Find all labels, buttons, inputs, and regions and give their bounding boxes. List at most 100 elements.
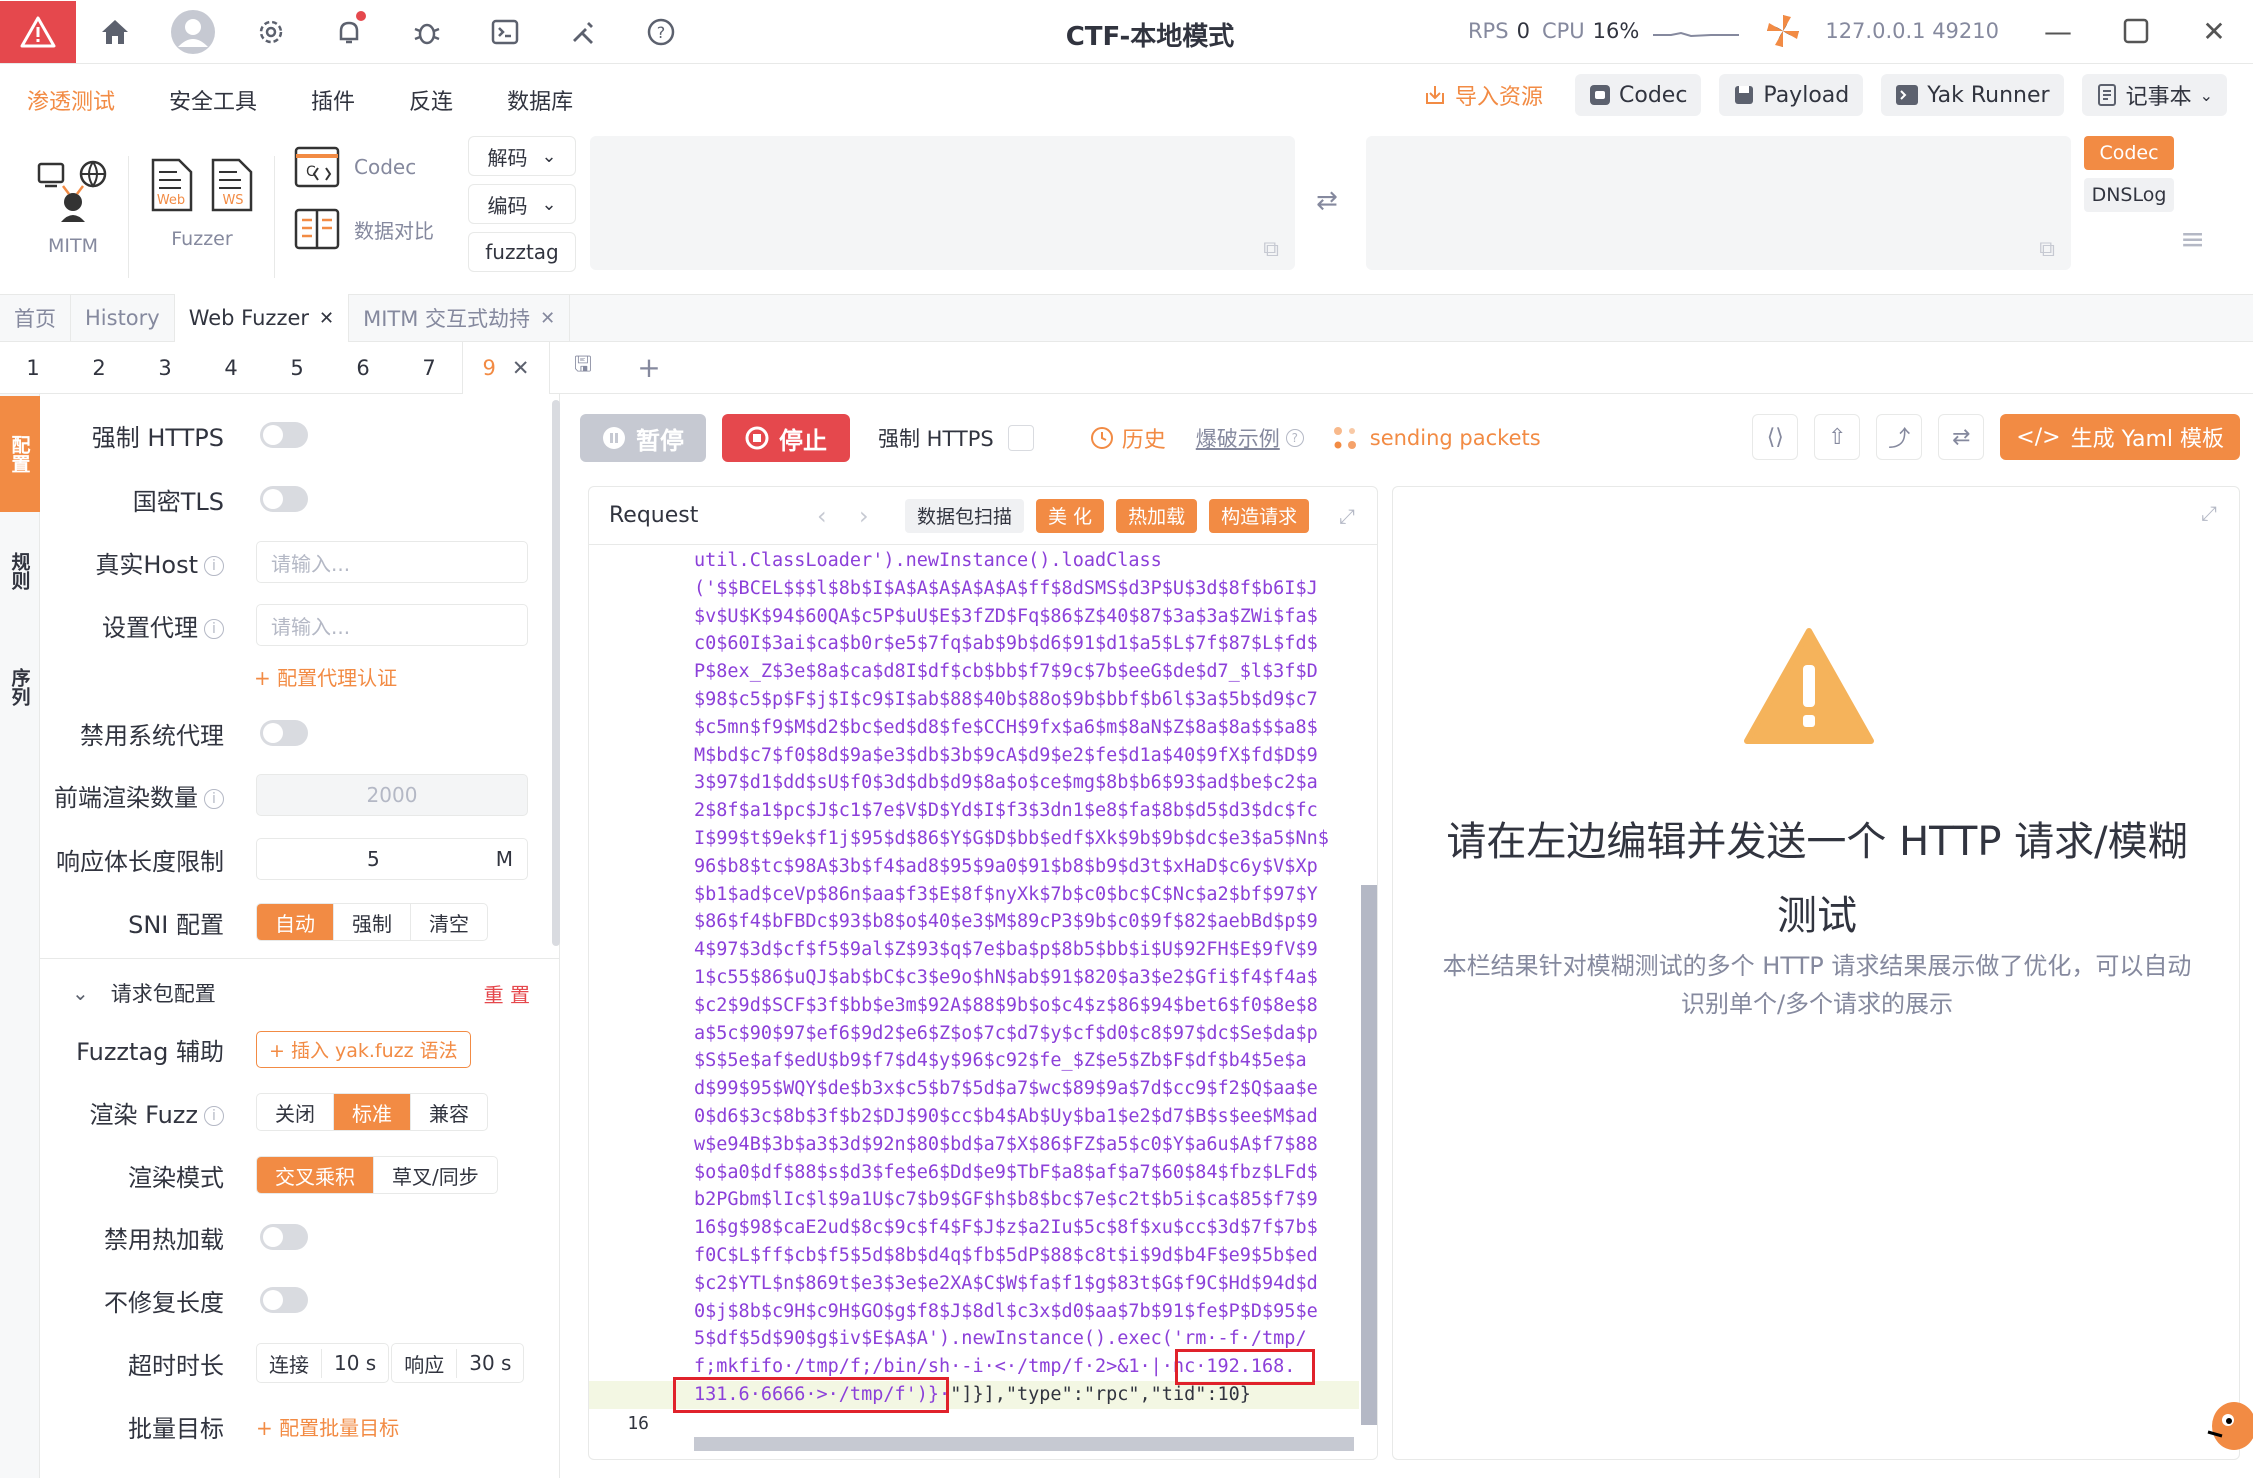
force-https-checkbox[interactable] <box>1007 425 1034 451</box>
close-icon[interactable]: ✕ <box>512 356 530 380</box>
subtab-1[interactable]: 1 <box>0 342 66 394</box>
codec-tool[interactable]: C Codec <box>294 146 416 188</box>
gen-yaml-button[interactable]: </> 生成 Yaml 模板 <box>2000 414 2240 460</box>
hotload-button[interactable]: 热加载 <box>1116 498 1198 533</box>
subtab-9[interactable]: 9 ✕ <box>462 341 550 394</box>
menu-reverse[interactable]: 反连 <box>409 84 453 116</box>
render-mode-sync[interactable]: 草叉/同步 <box>374 1157 497 1193</box>
subtab-3[interactable]: 3 <box>132 342 198 394</box>
tab-web-fuzzer[interactable]: Web Fuzzer ✕ <box>174 294 350 342</box>
maximize-button[interactable] <box>2097 0 2175 62</box>
beautify-button[interactable]: 美 化 <box>1036 498 1105 533</box>
response-timeout[interactable]: 响应 30 s <box>391 1343 525 1383</box>
gm-tls-toggle[interactable] <box>260 486 308 512</box>
import-resource-button[interactable]: 导入资源 <box>1409 74 1557 116</box>
add-tab-icon[interactable]: + <box>616 342 682 394</box>
subtab-4[interactable]: 4 <box>198 342 264 394</box>
codec-tag[interactable]: Codec <box>2084 136 2174 170</box>
mitm-tool[interactable]: MITM <box>30 158 116 257</box>
info-icon[interactable]: i <box>204 555 224 576</box>
batch-config-link[interactable]: + 配置批量目标 <box>256 1412 399 1441</box>
request-editor[interactable]: util.ClassLoader').newInstance().loadCla… <box>589 545 1359 1459</box>
ws-fuzzer-icon[interactable]: WS <box>209 158 255 212</box>
menu-pentest[interactable]: 渗透测试 <box>27 84 115 116</box>
pause-button[interactable]: 暂停 <box>580 414 706 462</box>
copy-icon[interactable]: ⧉ <box>1263 237 1279 262</box>
req-config-header[interactable]: ⌄ 请求包配置 重 置 <box>40 968 559 1018</box>
close-icon[interactable]: ✕ <box>319 308 334 329</box>
sni-auto[interactable]: 自动 <box>257 904 334 940</box>
sni-clear[interactable]: 清空 <box>411 904 487 940</box>
expand-icon[interactable]: ⤢ <box>2201 501 2217 525</box>
connect-timeout[interactable]: 连接 10 s <box>256 1343 390 1383</box>
notebook-button[interactable]: 记事本 ⌄ <box>2081 74 2227 116</box>
info-icon[interactable]: i <box>204 618 224 639</box>
web-fuzzer-icon[interactable]: Web <box>149 158 195 212</box>
menu-plugins[interactable]: 插件 <box>311 84 355 116</box>
insert-fuzz-button[interactable]: + 插入 yak.fuzz 语法 <box>256 1030 471 1068</box>
sort-icon[interactable]: ≡ <box>2180 222 2205 257</box>
subtab-2[interactable]: 2 <box>66 342 132 394</box>
info-icon[interactable]: i <box>204 1105 224 1126</box>
rail-config[interactable]: 配置 <box>0 396 40 512</box>
force-https-toggle[interactable] <box>260 422 308 448</box>
rail-sequence[interactable]: 序列 <box>0 642 40 732</box>
tab-home[interactable]: 首页 <box>0 294 71 342</box>
share-icon[interactable]: ⟨⟩ <box>1752 414 1799 460</box>
history-button[interactable]: 历史 <box>1090 422 1166 454</box>
stop-button[interactable]: 停止 <box>722 414 850 462</box>
render-mode-cross[interactable]: 交叉乘积 <box>257 1157 374 1193</box>
app-logo[interactable] <box>0 0 76 63</box>
export-icon[interactable]: ⤴ <box>1876 414 1923 460</box>
upload-icon[interactable]: ⇧ <box>1814 414 1861 460</box>
bug-icon[interactable] <box>388 1 466 63</box>
compare-tool[interactable]: 数据对比 <box>294 208 434 250</box>
fuzztag-button[interactable]: fuzztag <box>468 232 576 272</box>
scan-button[interactable]: 数据包扫描 <box>905 498 1025 533</box>
reset-button[interactable]: 重 置 <box>484 979 530 1008</box>
encode-dropdown[interactable]: 编码 ⌄ <box>468 184 576 224</box>
menu-security-tools[interactable]: 安全工具 <box>169 84 257 116</box>
tools-icon[interactable] <box>544 1 622 63</box>
tab-history[interactable]: History <box>71 294 175 342</box>
subtab-5[interactable]: 5 <box>264 342 330 394</box>
chevron-right-icon[interactable]: › <box>859 502 869 530</box>
dnslog-tag[interactable]: DNSLog <box>2084 178 2174 212</box>
bell-icon[interactable] <box>310 1 388 63</box>
minimize-button[interactable]: — <box>2019 0 2097 62</box>
expand-icon[interactable]: ⤢ <box>1339 504 1355 528</box>
disable-hotload-toggle[interactable] <box>260 1224 308 1250</box>
chevron-left-icon[interactable]: ‹ <box>817 502 827 530</box>
subtab-7[interactable]: 7 <box>396 342 462 394</box>
example-link[interactable]: 爆破示例 <box>1196 423 1280 453</box>
codec-output-box[interactable]: ⧉ <box>1366 136 2071 270</box>
proxy-input[interactable]: 请输入... <box>256 604 528 646</box>
home-icon[interactable] <box>76 1 154 63</box>
payload-button[interactable]: Payload <box>1719 74 1864 116</box>
proxy-auth-link[interactable]: + 配置代理认证 <box>254 662 397 691</box>
copy-icon[interactable]: ⧉ <box>2039 237 2055 262</box>
render-fuzz-standard[interactable]: 标准 <box>334 1094 411 1130</box>
yak-runner-button[interactable]: Yak Runner <box>1881 74 2064 116</box>
info-icon[interactable]: i <box>204 788 224 809</box>
avatar-icon[interactable] <box>154 1 232 63</box>
close-window-button[interactable]: ✕ <box>2175 0 2253 62</box>
save-icon[interactable]: 🖫 <box>550 342 616 394</box>
codec-button[interactable]: Codec <box>1575 74 1702 116</box>
disable-sys-proxy-toggle[interactable] <box>260 720 308 746</box>
render-fuzz-compat[interactable]: 兼容 <box>411 1094 487 1130</box>
real-host-input[interactable]: 请输入... <box>256 541 528 583</box>
pinwheel-icon[interactable] <box>1763 11 1803 51</box>
build-request-button[interactable]: 构造请求 <box>1209 498 1310 533</box>
render-fuzz-off[interactable]: 关闭 <box>257 1094 334 1130</box>
swap-icon[interactable]: ⇄ <box>1938 414 1985 460</box>
decode-dropdown[interactable]: 解码 ⌄ <box>468 136 576 176</box>
help-icon[interactable]: ? <box>1285 429 1304 447</box>
scroll-thumb[interactable] <box>1361 885 1377 1425</box>
render-count-input[interactable]: 2000 <box>256 774 528 816</box>
tab-mitm[interactable]: MITM 交互式劫持 ✕ <box>349 294 571 342</box>
subtab-6[interactable]: 6 <box>330 342 396 394</box>
gear-icon[interactable] <box>232 1 310 63</box>
editor-hscrollbar[interactable] <box>694 1437 1354 1451</box>
menu-database[interactable]: 数据库 <box>507 84 573 116</box>
